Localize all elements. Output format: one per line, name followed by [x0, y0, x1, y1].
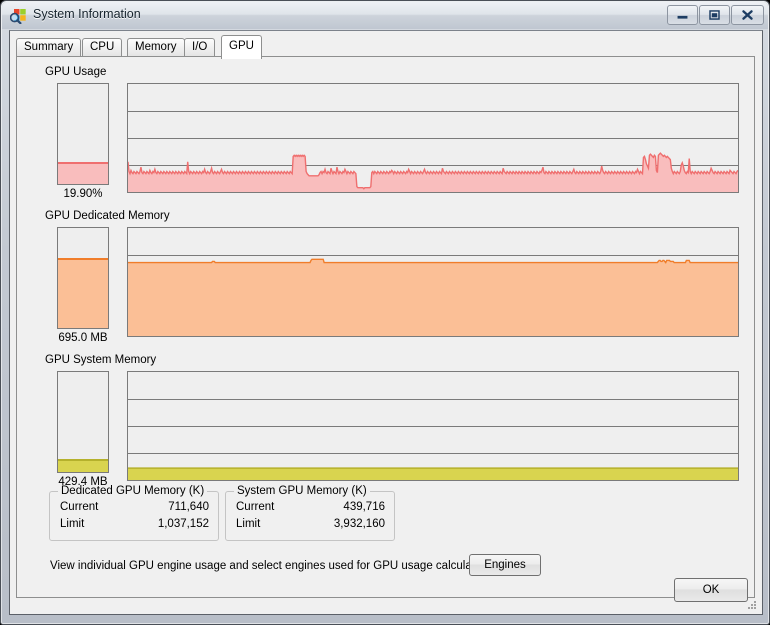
engines-button[interactable]: Engines: [469, 554, 541, 576]
dedicated-current-label: Current: [60, 501, 99, 513]
client-area: Summary CPU Memory I/O GPU GPU Usage 19.…: [9, 30, 763, 615]
close-button[interactable]: [731, 5, 764, 25]
maximize-button[interactable]: [699, 5, 730, 25]
dedicated-limit-value: 1,037,152: [157, 518, 209, 530]
title-bar: System Information: [2, 2, 768, 29]
gpu-dedicated-memory-gauge: [57, 227, 109, 329]
tab-gpu[interactable]: GPU: [221, 35, 262, 59]
window-title: System Information: [33, 7, 141, 21]
system-limit-value: 3,932,160: [333, 518, 385, 530]
system-information-icon: [9, 7, 27, 25]
system-gpu-memory-group: System GPU Memory (K) Current 439,716 Li…: [225, 485, 395, 541]
gpu-dedicated-memory-graph: [127, 227, 739, 337]
tab-summary[interactable]: Summary: [16, 38, 82, 57]
dedicated-gpu-memory-group-title: Dedicated GPU Memory (K): [58, 485, 208, 497]
tab-cpu[interactable]: CPU: [82, 38, 123, 57]
gpu-system-memory-graph: [127, 371, 739, 481]
resize-grip[interactable]: [746, 599, 758, 611]
gpu-tab-page: GPU Usage 19.90% GPU Dedicated Memory 69…: [16, 56, 755, 598]
gpu-dedicated-memory-title: GPU Dedicated Memory: [45, 210, 170, 222]
gpu-system-memory-gauge: [57, 371, 109, 473]
gpu-dedicated-memory-value: 695.0 MB: [58, 332, 108, 344]
tab-memory[interactable]: Memory: [127, 38, 185, 57]
gpu-system-memory-title: GPU System Memory: [45, 354, 157, 366]
dedicated-gpu-memory-group: Dedicated GPU Memory (K) Current 711,640…: [49, 485, 219, 541]
engines-description: View individual GPU engine usage and sel…: [50, 560, 500, 572]
gpu-usage-gauge: [57, 83, 109, 185]
tab-io[interactable]: I/O: [184, 38, 216, 57]
gpu-usage-title: GPU Usage: [45, 66, 107, 78]
ok-button[interactable]: OK: [674, 578, 748, 602]
gpu-usage-graph: [127, 83, 739, 193]
system-current-label: Current: [236, 501, 275, 513]
system-information-window: System Information Summary CPU Memory I/…: [0, 0, 770, 625]
dedicated-limit-label: Limit: [60, 518, 85, 530]
system-gpu-memory-group-title: System GPU Memory (K): [234, 485, 370, 497]
gpu-usage-value: 19.90%: [63, 188, 103, 200]
minimize-button[interactable]: [667, 5, 698, 25]
dedicated-current-value: 711,640: [168, 501, 209, 513]
system-current-value: 439,716: [343, 501, 385, 513]
system-limit-label: Limit: [236, 518, 261, 530]
